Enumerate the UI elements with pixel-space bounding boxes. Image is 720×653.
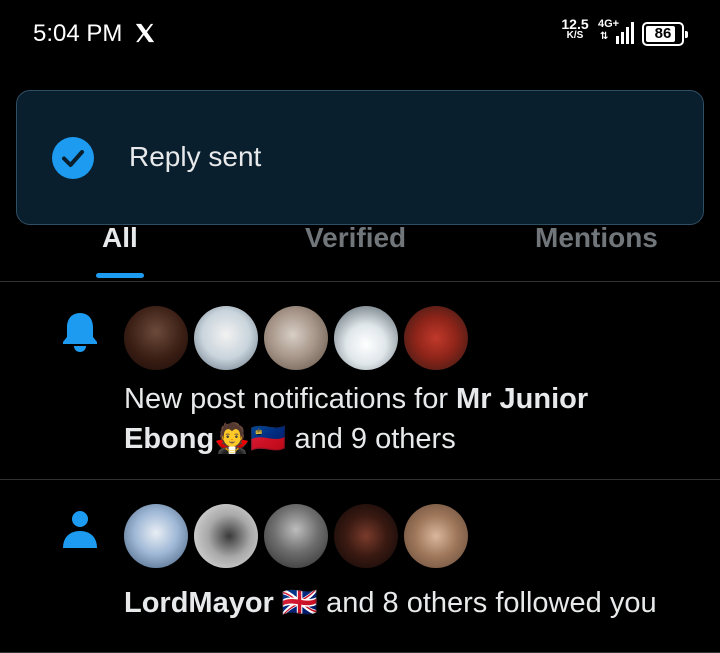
- reply-sent-toast[interactable]: Reply sent: [16, 90, 704, 225]
- battery-icon: 86: [642, 22, 688, 46]
- avatar[interactable]: [334, 306, 398, 370]
- notification-text: New post notifications for Mr Junior Ebo…: [124, 383, 589, 455]
- signal-icon: [616, 22, 636, 44]
- avatar[interactable]: [194, 504, 258, 568]
- status-bar: 5:04 PM 12.5 K/S 4G+ ⇅ 86: [0, 0, 720, 70]
- toast-message: Reply sent: [129, 141, 262, 172]
- network-speed: 12.5 K/S: [561, 16, 589, 41]
- clock: 5:04 PM: [33, 20, 123, 47]
- notification-author-name[interactable]: Mr Junior: [456, 383, 588, 415]
- person-icon: [63, 511, 97, 548]
- avatar[interactable]: [194, 306, 258, 370]
- tab-verified[interactable]: Verified: [305, 222, 406, 254]
- avatar[interactable]: [404, 504, 468, 568]
- avatar[interactable]: [124, 306, 188, 370]
- avatar[interactable]: [264, 504, 328, 568]
- tab-all[interactable]: All: [102, 222, 138, 254]
- notification-item[interactable]: LordMayor 🇬🇧 and 8 others followed you: [0, 480, 720, 653]
- avatar[interactable]: [404, 306, 468, 370]
- tab-mentions[interactable]: Mentions: [535, 222, 658, 254]
- notification-item[interactable]: New post notifications for Mr Junior Ebo…: [0, 282, 720, 480]
- battery-level: 86: [654, 25, 672, 42]
- check-circle-icon: [52, 137, 94, 179]
- notification-text: LordMayor 🇬🇧 and 8 others followed you: [124, 587, 657, 619]
- bell-icon: [63, 313, 97, 352]
- notification-author-name[interactable]: Ebong: [124, 423, 214, 455]
- avatar[interactable]: [264, 306, 328, 370]
- active-tab-indicator: [96, 273, 144, 278]
- x-logo-icon: [135, 23, 155, 43]
- avatar[interactable]: [334, 504, 398, 568]
- notification-author-name[interactable]: LordMayor: [124, 587, 274, 619]
- avatar[interactable]: [124, 504, 188, 568]
